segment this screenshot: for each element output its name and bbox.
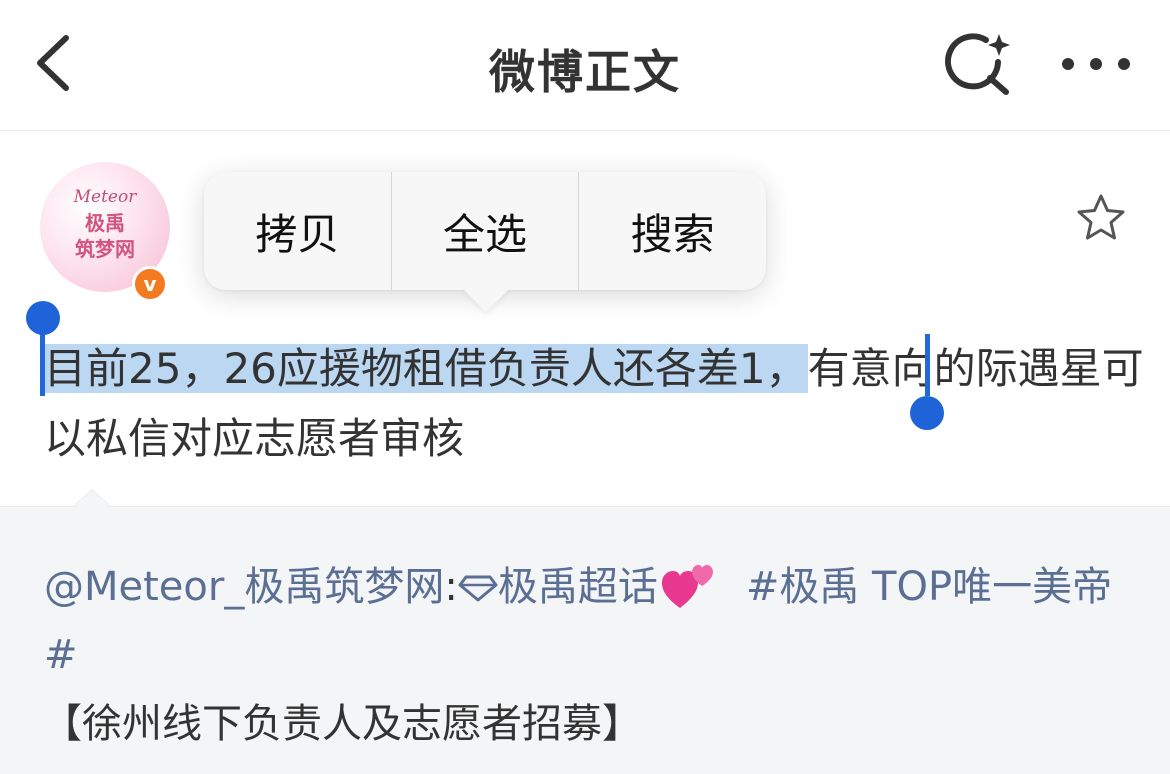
favorite-button[interactable] [1074,192,1128,244]
super-topic-link[interactable]: 极禹超话 [498,564,658,610]
mention-link[interactable]: @Meteor_极禹筑梦网 [44,564,444,610]
avatar-logo-text: Meteor 极禹 筑梦网 [73,187,137,261]
search-button[interactable] [942,28,1018,100]
repost-text: @Meteor_极禹筑梦网: 极禹超话 #极禹 TOP唯一美帝# [44,564,1113,678]
search-menu-item[interactable]: 搜索 [578,172,766,290]
copy-menu-item[interactable]: 拷贝 [204,172,391,290]
context-menu-pointer [462,288,510,312]
selected-text[interactable]: 目前25，26应援物租借负责人还各差1， [44,344,808,393]
search-sparkle-icon [945,33,1010,95]
post-body[interactable]: 目前25，26应援物租借负责人还各差1，有意向的际遇星可以私信对应志愿者审核 [44,334,1144,474]
selection-end-caret [925,334,930,396]
star-icon [1077,194,1125,240]
selection-start-handle[interactable] [26,301,60,335]
super-topic-diamond-icon [458,575,498,602]
selection-end-handle[interactable] [910,396,944,430]
top-nav-bar: 微博正文 [0,0,1170,131]
selection-start-caret [40,334,45,396]
reposted-content[interactable]: @Meteor_极禹筑梦网: 极禹超话 #极禹 TOP唯一美帝# 【徐州线下负责人及… [0,489,1170,774]
repost-title: 【徐州线下负责人及志愿者招募】 [42,701,642,747]
more-button[interactable] [1058,44,1134,84]
more-dots-icon [1062,58,1130,70]
two-hearts-icon [661,565,713,608]
text-context-menu: 拷贝 全选 搜索 [204,172,766,290]
select-all-menu-item[interactable]: 全选 [390,172,579,290]
repost-pointer [72,489,112,507]
verified-badge: v [132,266,168,302]
